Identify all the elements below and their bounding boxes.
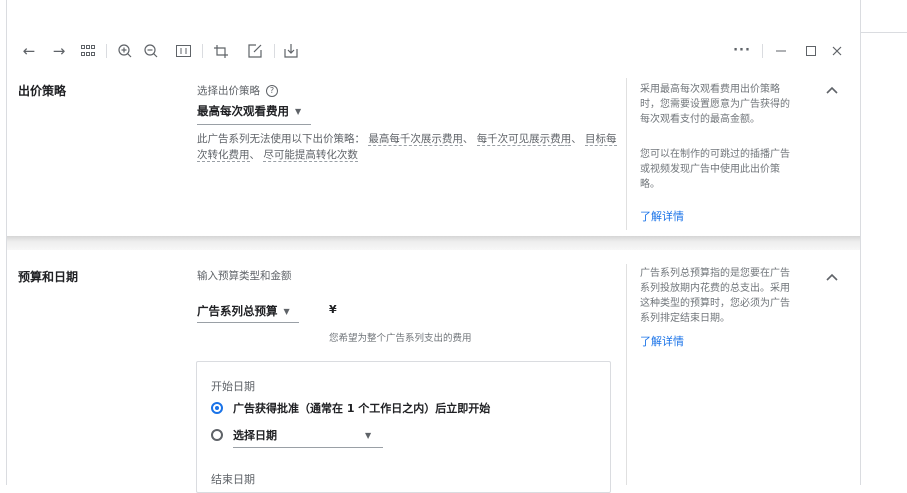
budget-hint: 您希望为整个广告系列支出的费用 <box>329 333 472 344</box>
bid-strategy-help-p1: 采用最高每次观看费用出价策略 时，您需要设置愿意为广告获得的 每次观看支付的最高… <box>640 82 820 127</box>
help-line: 系列投放期内花费的总支出。采用 <box>640 283 790 294</box>
minimize-icon[interactable] <box>772 42 790 60</box>
select-underline <box>197 124 311 125</box>
unavailable-strategies-note: 此广告系列无法使用以下出价策略： 最高每千次展示费用、 每千次可见展示费用、 目… <box>197 131 617 163</box>
toolbar-separator <box>106 44 107 58</box>
dropdown-caret-icon: ▼ <box>283 307 290 316</box>
window-border-top <box>860 32 907 33</box>
dropdown-caret-icon[interactable]: ▼ <box>365 431 371 440</box>
currency-symbol: ¥ <box>329 303 337 316</box>
budget-input-label: 输入预算类型和金额 <box>197 270 292 282</box>
close-icon[interactable] <box>828 42 846 60</box>
grid-icon[interactable] <box>79 42 97 60</box>
start-immediately-label[interactable]: 广告获得批准（通常在 1 个工作日之内）后立即开始 <box>233 400 490 416</box>
bid-strategy-selected: 最高每次观看费用 <box>197 104 289 118</box>
start-immediately-radio[interactable] <box>211 402 223 414</box>
help-line: 这种类型的预算时，您必须为广告 <box>640 298 790 309</box>
side-divider <box>626 78 627 230</box>
separator: 、 <box>571 133 582 145</box>
separator: 、 <box>462 133 474 145</box>
select-underline <box>197 322 299 323</box>
learn-more-link[interactable]: 了解详情 <box>640 208 684 224</box>
strategy-vcpm: 每千次可见展示费 <box>476 133 561 146</box>
fit-icon[interactable] <box>174 42 192 60</box>
edit-icon[interactable] <box>246 42 264 60</box>
bid-strategy-select[interactable]: 最高每次观看费用 ▼ <box>197 103 301 119</box>
separator: 、 <box>249 149 261 161</box>
maximize-icon[interactable] <box>802 42 820 60</box>
collapse-chevron-icon[interactable] <box>826 270 838 284</box>
collapse-chevron-icon[interactable] <box>826 83 838 97</box>
bid-strategy-label: 选择出价策略? <box>197 83 278 98</box>
toolbar-separator <box>762 44 763 58</box>
section-title-budget-dates: 预算和日期 <box>18 270 79 284</box>
help-icon[interactable]: ? <box>266 85 278 97</box>
zoom-in-icon[interactable] <box>116 42 134 60</box>
zoom-out-icon[interactable] <box>142 42 160 60</box>
note-prefix: 此广告系列无法使用以下出价策略： <box>197 133 365 145</box>
learn-more-link[interactable]: 了解详情 <box>640 333 684 349</box>
choose-date-radio[interactable] <box>211 429 223 441</box>
help-line: 略。 <box>640 179 660 190</box>
help-line: 系列排定结束日期。 <box>640 313 730 324</box>
strategy-max-conversions: 尽可能提高转化次数 <box>263 149 358 162</box>
start-date-label: 开始日期 <box>211 380 255 393</box>
choose-date-label[interactable]: 选择日期 <box>233 427 277 443</box>
toolbar-separator <box>202 44 203 58</box>
dropdown-caret-icon: ▼ <box>295 107 302 116</box>
toolbar-separator <box>274 44 275 58</box>
help-line: 时，您需要设置愿意为广告获得的 <box>640 99 790 110</box>
crop-icon[interactable] <box>212 42 230 60</box>
bid-strategy-help-p2: 您可以在制作的可跳过的插播广告 或视频发现广告中使用此出价策 略。 <box>640 147 820 192</box>
window-border-right <box>860 0 861 485</box>
help-line: 每次观看支付的最高金额。 <box>640 114 760 125</box>
help-line: 您可以在制作的可跳过的插播广告 <box>640 149 790 160</box>
help-line: 或视频发现广告中使用此出价策 <box>640 164 780 175</box>
side-divider <box>626 264 627 485</box>
section-separator <box>7 236 860 250</box>
budget-type-selected: 广告系列总预算 <box>197 304 278 318</box>
more-icon[interactable]: ··· <box>733 42 751 60</box>
forward-arrow-icon[interactable]: → <box>50 42 68 60</box>
strategy-vcpm-cont: 用 <box>560 133 572 146</box>
save-icon[interactable] <box>282 42 300 60</box>
help-line: 采用最高每次观看费用出价策略 <box>640 84 780 95</box>
date-select-underline <box>233 447 383 448</box>
budget-type-select[interactable]: 广告系列总预算 ▼ <box>197 303 290 319</box>
strategy-cpm: 最高每千次展示费用 <box>368 133 463 146</box>
section-title-bid-strategy: 出价策略 <box>18 84 67 98</box>
budget-help: 广告系列总预算指的是您要在广告 系列投放期内花费的总支出。采用 这种类型的预算时… <box>640 266 820 326</box>
help-line: 广告系列总预算指的是您要在广告 <box>640 268 790 279</box>
back-arrow-icon[interactable]: ← <box>20 42 38 60</box>
bid-strategy-label-text: 选择出价策略 <box>197 85 260 97</box>
